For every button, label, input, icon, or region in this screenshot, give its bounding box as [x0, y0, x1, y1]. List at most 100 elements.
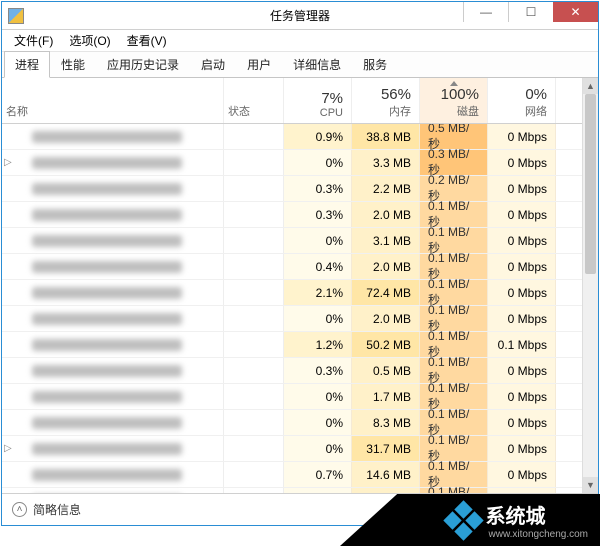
- expand-icon[interactable]: ▷: [4, 443, 12, 454]
- vertical-scrollbar[interactable]: ▲ ▼: [582, 78, 598, 493]
- cell-name: [2, 228, 224, 253]
- cell-cpu: 0%: [284, 228, 352, 253]
- menu-file[interactable]: 文件(F): [6, 30, 61, 51]
- maximize-button[interactable]: ☐: [508, 2, 553, 22]
- expand-icon[interactable]: ▷: [4, 157, 12, 168]
- watermark-brand: 系统城: [486, 506, 546, 528]
- tab-6[interactable]: 服务: [352, 51, 398, 77]
- cell-net: 0 Mbps: [488, 228, 556, 253]
- cell-cpu: 0%: [284, 306, 352, 331]
- table-row[interactable]: 0.3%2.2 MB0.2 MB/秒0 Mbps: [2, 176, 582, 202]
- table-body: 0.9%38.8 MB0.5 MB/秒0 Mbps▷0%3.3 MB0.3 MB…: [2, 124, 582, 493]
- cell-name: ▷: [2, 150, 224, 175]
- scroll-up-icon[interactable]: ▲: [583, 78, 598, 94]
- table-row[interactable]: 0.4%2.0 MB0.1 MB/秒0 Mbps: [2, 254, 582, 280]
- cell-mem: 2.0 MB: [352, 306, 420, 331]
- cell-net: 0 Mbps: [488, 410, 556, 435]
- close-button[interactable]: ✕: [553, 2, 598, 22]
- cell-cpu: 2.1%: [284, 280, 352, 305]
- cell-net: 0 Mbps: [488, 280, 556, 305]
- cell-name: [2, 254, 224, 279]
- cell-status: [224, 332, 284, 357]
- cell-disk: 0.2 MB/秒: [420, 176, 488, 201]
- cell-disk: 0.1 MB/秒: [420, 280, 488, 305]
- cell-disk: 0.1 MB/秒: [420, 228, 488, 253]
- minimize-button[interactable]: —: [463, 2, 508, 22]
- table-row[interactable]: 0.3%0.5 MB0.1 MB/秒0 Mbps: [2, 358, 582, 384]
- cell-net: 0 Mbps: [488, 358, 556, 383]
- tab-4[interactable]: 用户: [236, 51, 282, 77]
- cell-net: 0 Mbps: [488, 436, 556, 461]
- cell-status: [224, 306, 284, 331]
- cell-status: [224, 488, 284, 493]
- tab-1[interactable]: 性能: [50, 51, 96, 77]
- table-row[interactable]: 0%8.3 MB0.1 MB/秒0 Mbps: [2, 410, 582, 436]
- col-network[interactable]: 0% 网络: [488, 78, 556, 123]
- cell-status: [224, 436, 284, 461]
- cell-disk: 0.5 MB/秒: [420, 124, 488, 149]
- table-row[interactable]: ▷0%31.7 MB0.1 MB/秒0 Mbps: [2, 436, 582, 462]
- cell-name: [2, 332, 224, 357]
- tab-5[interactable]: 详细信息: [282, 51, 352, 77]
- cell-disk: 0.1 MB/秒: [420, 384, 488, 409]
- col-name[interactable]: 名称: [2, 78, 224, 123]
- window-controls: — ☐ ✕: [463, 2, 598, 22]
- tab-2[interactable]: 应用历史记录: [96, 51, 190, 77]
- cell-net: 0 Mbps: [488, 488, 556, 493]
- cell-status: [224, 462, 284, 487]
- cell-cpu: 0.3%: [284, 176, 352, 201]
- table-row[interactable]: 0%2.0 MB0.1 MB/秒0 Mbps: [2, 306, 582, 332]
- col-status[interactable]: 状态: [224, 78, 284, 123]
- cell-status: [224, 202, 284, 227]
- tabbar: 进程性能应用历史记录启动用户详细信息服务: [2, 52, 598, 78]
- tab-3[interactable]: 启动: [190, 51, 236, 77]
- col-cpu[interactable]: 7% CPU: [284, 78, 352, 123]
- menubar: 文件(F) 选项(O) 查看(V): [2, 30, 598, 52]
- table-row[interactable]: 0.3%2.0 MB0.1 MB/秒0 Mbps: [2, 202, 582, 228]
- cell-cpu: 0.7%: [284, 462, 352, 487]
- cell-cpu: 0.3%: [284, 358, 352, 383]
- col-memory[interactable]: 56% 内存: [352, 78, 420, 123]
- cell-status: [224, 254, 284, 279]
- scroll-down-icon[interactable]: ▼: [583, 477, 598, 493]
- menu-view[interactable]: 查看(V): [119, 30, 175, 51]
- cell-cpu: 0.9%: [284, 124, 352, 149]
- cell-disk: 0.1 MB/秒: [420, 254, 488, 279]
- titlebar[interactable]: 任务管理器 — ☐ ✕: [2, 2, 598, 30]
- cell-disk: 0.1 MB/秒: [420, 462, 488, 487]
- menu-options[interactable]: 选项(O): [61, 30, 118, 51]
- cell-disk: 0.1 MB/秒: [420, 306, 488, 331]
- cell-name: [2, 358, 224, 383]
- cell-status: [224, 384, 284, 409]
- cell-name: ▷: [2, 436, 224, 461]
- scroll-thumb[interactable]: [585, 94, 596, 274]
- chevron-up-icon[interactable]: ˄: [12, 502, 27, 517]
- cell-status: [224, 124, 284, 149]
- table-row[interactable]: 0%4.8 MB0.1 MB/秒0 Mbps: [2, 488, 582, 493]
- cell-disk: 0.3 MB/秒: [420, 150, 488, 175]
- app-icon: [8, 8, 24, 24]
- tab-0[interactable]: 进程: [4, 51, 50, 78]
- cell-net: 0 Mbps: [488, 462, 556, 487]
- cell-status: [224, 176, 284, 201]
- cell-disk: 0.1 MB/秒: [420, 202, 488, 227]
- table-row[interactable]: 1.2%50.2 MB0.1 MB/秒0.1 Mbps: [2, 332, 582, 358]
- cell-mem: 0.5 MB: [352, 358, 420, 383]
- cell-status: [224, 280, 284, 305]
- cell-disk: 0.1 MB/秒: [420, 436, 488, 461]
- table-row[interactable]: 2.1%72.4 MB0.1 MB/秒0 Mbps: [2, 280, 582, 306]
- fewer-details-link[interactable]: 简略信息: [33, 501, 81, 518]
- watermark-url: www.xitongcheng.com: [489, 529, 589, 540]
- table-row[interactable]: 0.7%14.6 MB0.1 MB/秒0 Mbps: [2, 462, 582, 488]
- cell-mem: 38.8 MB: [352, 124, 420, 149]
- table-row[interactable]: 0.9%38.8 MB0.5 MB/秒0 Mbps: [2, 124, 582, 150]
- cell-name: [2, 488, 224, 493]
- col-disk[interactable]: 100% 磁盘: [420, 78, 488, 123]
- cell-name: [2, 202, 224, 227]
- cell-mem: 14.6 MB: [352, 462, 420, 487]
- cell-disk: 0.1 MB/秒: [420, 332, 488, 357]
- table-row[interactable]: 0%1.7 MB0.1 MB/秒0 Mbps: [2, 384, 582, 410]
- cell-name: [2, 462, 224, 487]
- table-row[interactable]: ▷0%3.3 MB0.3 MB/秒0 Mbps: [2, 150, 582, 176]
- table-row[interactable]: 0%3.1 MB0.1 MB/秒0 Mbps: [2, 228, 582, 254]
